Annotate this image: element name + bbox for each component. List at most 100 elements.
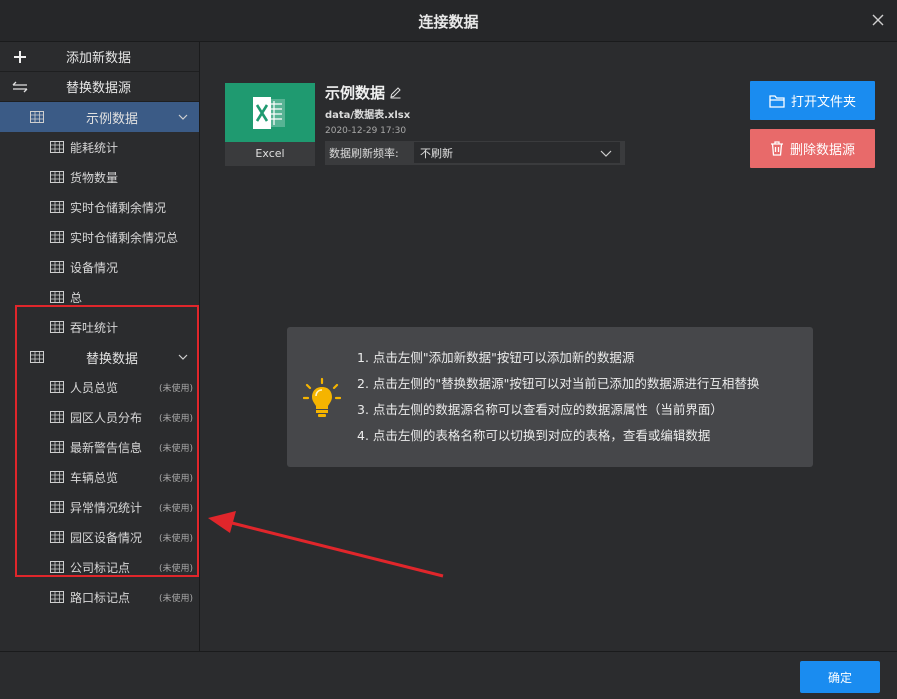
chevron-down-icon[interactable] (177, 111, 189, 123)
table-item[interactable]: 园区设备情况 (未使用) (0, 522, 199, 552)
table-icon (50, 561, 64, 573)
table-item[interactable]: 货物数量 (0, 162, 199, 192)
table-name: 货物数量 (70, 170, 119, 185)
unused-tag: (未使用) (158, 533, 193, 544)
folder-icon (769, 94, 785, 108)
file-type-label: Excel (225, 142, 315, 166)
table-name: 人员总览 (70, 380, 119, 395)
data-source-name: 示例数据 (325, 82, 402, 103)
delete-source-label: 删除数据源 (789, 143, 855, 158)
plus-icon (0, 50, 40, 64)
add-data-button[interactable]: 添加新数据 (0, 42, 199, 72)
table-item[interactable]: 车辆总览 (未使用) (0, 462, 199, 492)
unused-tag: (未使用) (158, 473, 193, 484)
table-icon (50, 291, 64, 303)
chevron-down-icon[interactable] (177, 351, 189, 363)
refresh-frequency-label: 数据刷新频率: (329, 147, 399, 160)
unused-tag: (未使用) (158, 563, 193, 574)
table-name: 公司标记点 (70, 560, 131, 575)
tip-item: 2. 点击左侧的"替换数据源"按钮可以对当前已添加的数据源进行互相替换 (357, 376, 760, 391)
tips-list: 1. 点击左侧"添加新数据"按钮可以添加新的数据源 2. 点击左侧的"替换数据源"… (357, 349, 759, 453)
chevron-down-icon (600, 150, 612, 157)
table-name: 车辆总览 (70, 470, 119, 485)
source-item[interactable]: 示例数据 (0, 102, 199, 132)
swap-icon (0, 81, 40, 93)
table-item[interactable]: 园区人员分布 (未使用) (0, 402, 199, 432)
replace-source-label: 替换数据源 (66, 81, 132, 96)
tip-item: 3. 点击左侧的数据源名称可以查看对应的数据源属性（当前界面） (357, 402, 723, 417)
trash-icon (770, 141, 783, 156)
update-time: 2020-12-29 17:30 (325, 126, 407, 136)
dialog-title: 连接数据 (418, 13, 479, 31)
unused-tag: (未使用) (158, 413, 193, 424)
pencil-icon[interactable] (389, 86, 402, 99)
table-name: 园区设备情况 (70, 530, 143, 545)
source-list: 示例数据能耗统计货物数量实时仓储剩余情况实时仓储剩余情况总 设备情况总吞吐统计替换… (0, 102, 199, 612)
table-item[interactable]: 异常情况统计 (未使用) (0, 492, 199, 522)
unused-tag: (未使用) (158, 503, 193, 514)
sidebar: 添加新数据 替换数据源 示例数据能耗统计货物数量实时仓储剩余情况实时仓储剩余情况… (0, 42, 200, 651)
table-icon (50, 471, 64, 483)
table-icon (50, 411, 64, 423)
excel-icon (253, 97, 285, 129)
table-icon (30, 111, 44, 123)
source-name: 替换数据 (85, 351, 138, 367)
table-item[interactable]: 吞吐统计 (0, 312, 199, 342)
table-name: 能耗统计 (70, 140, 119, 155)
connect-data-dialog: 连接数据 添加新数据 替换数据源 示例数据能耗统计货物数量实时仓储剩余情况实时仓… (0, 0, 897, 699)
table-icon (50, 201, 64, 213)
table-icon (50, 531, 64, 543)
table-icon (50, 321, 64, 333)
delete-source-button[interactable]: 删除数据源 (750, 129, 875, 168)
source-detail-panel: Excel 示例数据 data/数据表.xlsx 2020-12-29 17:3… (201, 42, 897, 651)
help-tips-box: 1. 点击左侧"添加新数据"按钮可以添加新的数据源 2. 点击左侧的"替换数据源"… (287, 327, 813, 467)
table-icon (30, 351, 44, 363)
table-icon (50, 231, 64, 243)
table-item[interactable]: 公司标记点 (未使用) (0, 552, 199, 582)
source-name: 示例数据 (85, 111, 138, 127)
table-name: 异常情况统计 (70, 500, 143, 515)
table-name: 设备情况 (70, 260, 119, 275)
refresh-frequency-select[interactable]: 不刷新 (414, 142, 620, 163)
close-icon[interactable] (869, 11, 887, 29)
table-item[interactable]: 最新警告信息 (未使用) (0, 432, 199, 462)
table-item[interactable]: 能耗统计 (0, 132, 199, 162)
unused-tag: (未使用) (158, 443, 193, 454)
open-folder-button[interactable]: 打开文件夹 (750, 81, 875, 120)
excel-file-card: Excel (225, 83, 315, 166)
table-icon (50, 171, 64, 183)
tip-item: 4. 点击左侧的表格名称可以切换到对应的表格，查看或编辑数据 (357, 428, 711, 443)
dialog-titlebar: 连接数据 (0, 0, 897, 42)
tip-item: 1. 点击左侧"添加新数据"按钮可以添加新的数据源 (357, 350, 635, 365)
table-item[interactable]: 实时仓储剩余情况 (0, 192, 199, 222)
refresh-frequency-row: 数据刷新频率: 不刷新 (325, 141, 625, 165)
table-icon (50, 141, 64, 153)
table-name: 总 (70, 290, 83, 305)
table-item[interactable]: 实时仓储剩余情况总 (0, 222, 199, 252)
table-icon (50, 501, 64, 513)
table-icon (50, 381, 64, 393)
add-data-label: 添加新数据 (66, 51, 132, 66)
unused-tag: (未使用) (158, 593, 193, 604)
table-name: 园区人员分布 (70, 410, 143, 425)
unused-tag: (未使用) (158, 383, 193, 394)
source-item[interactable]: 替换数据 (0, 342, 199, 372)
table-icon (50, 591, 64, 603)
table-name: 实时仓储剩余情况总 (70, 230, 179, 245)
data-source-name-text: 示例数据 (325, 84, 386, 102)
refresh-frequency-value: 不刷新 (420, 146, 453, 160)
replace-source-button[interactable]: 替换数据源 (0, 72, 199, 102)
table-item[interactable]: 设备情况 (0, 252, 199, 282)
file-path: data/数据表.xlsx (325, 110, 411, 121)
ok-button[interactable]: 确定 (800, 661, 880, 693)
table-item[interactable]: 总 (0, 282, 199, 312)
table-icon (50, 441, 64, 453)
dialog-footer: 确定 (0, 651, 897, 699)
table-item[interactable]: 人员总览 (未使用) (0, 372, 199, 402)
table-name: 路口标记点 (70, 590, 131, 605)
table-item[interactable]: 路口标记点 (未使用) (0, 582, 199, 612)
open-folder-label: 打开文件夹 (790, 95, 856, 110)
lightbulb-icon (303, 377, 341, 417)
table-name: 最新警告信息 (70, 440, 143, 455)
table-icon (50, 261, 64, 273)
